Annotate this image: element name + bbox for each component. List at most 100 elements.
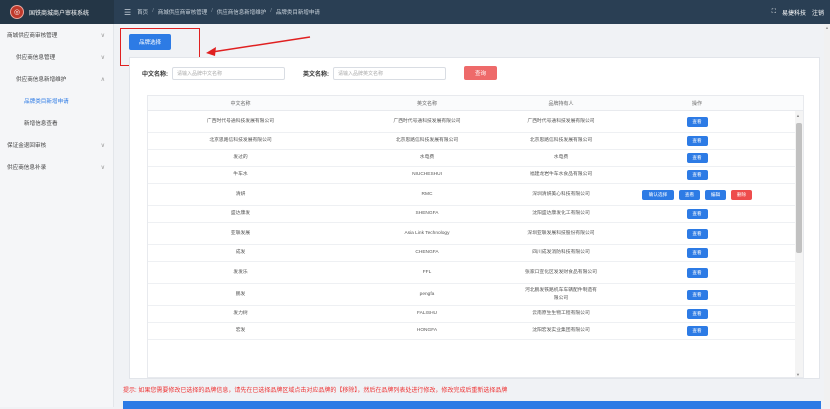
action-group: 查看 — [686, 116, 708, 127]
scrollbar-thumb[interactable] — [796, 123, 802, 253]
cell-actions: 查看 — [601, 223, 793, 244]
cell-cn-name: 北京思路信科技发展有限公司 — [209, 138, 272, 143]
cell-en-name: pengfa — [419, 291, 435, 297]
sidebar: 商城供应商审核管理 ∨ 供应商信息管理 ∨ 供应商信息新增维护 ∧ 品牌类目新增… — [0, 24, 114, 407]
cell-en-name: SHENGFA — [415, 211, 439, 216]
chevron-up-icon: ∧ — [100, 76, 105, 83]
brand-list-panel: 中文名称: 请输入品牌中文名称 英文名称: 请输入品牌英文名称 查询 中文名称 … — [129, 57, 820, 379]
table-row: 北京思路信科技发展有限公司 北京思路信科技发展有限公司 北京思路信科技发展有限公司 查… — [148, 133, 803, 150]
view-button[interactable]: 查看 — [686, 170, 708, 180]
chevron-down-icon: ∨ — [100, 32, 105, 39]
cell-actions: 查看 — [601, 245, 793, 261]
scroll-up-icon[interactable]: ▲ — [825, 25, 829, 30]
table-scrollbar[interactable]: ▲ ▼ — [795, 111, 803, 377]
view-button[interactable]: 查看 — [686, 248, 708, 258]
scroll-up-icon[interactable]: ▲ — [796, 113, 800, 118]
delete-button[interactable]: 删除 — [731, 189, 752, 200]
cell-cn-name: 广西时代号通科技发展有限公司 — [206, 118, 275, 124]
table-row: 广西时代号通科技发展有限公司 广西时代号通科技发展有限公司 广西时代号通科技发展有限… — [148, 111, 803, 133]
cell-cn-name: 鹏发 — [235, 291, 246, 297]
table-row: 清妍 RMC 深圳清妍美心科技有限公司 确认选择 查看 编辑 删除 — [148, 184, 803, 206]
cell-owner: 沈阳盛达康发化工有限公司 — [532, 211, 590, 216]
cell-owner: 深圳清妍美心科技有限公司 — [532, 191, 590, 197]
sidebar-item-brand-apply[interactable]: 品牌类目新增申请 — [0, 90, 113, 112]
app-title: 国铁商城商户审核系统 — [29, 10, 90, 17]
view-button[interactable]: 查看 — [686, 136, 708, 146]
menu-toggle-icon[interactable]: ☰ — [124, 8, 131, 17]
view-button[interactable]: 查看 — [679, 189, 700, 200]
cell-owner: 福建龙岩牛车水食品有限公司 — [529, 172, 593, 177]
breadcrumb-item-maintain[interactable]: 供应商信息新增维护 — [217, 8, 267, 16]
cell-cn-name: 牛车水 — [233, 172, 248, 177]
sidebar-item-supplier-audit[interactable]: 商城供应商审核管理 ∨ — [0, 24, 113, 46]
sidebar-item-label: 品牌类目新增申请 — [24, 99, 69, 105]
cell-en-name: 北京思路信科技发展有限公司 — [395, 138, 459, 143]
top-bar: ◎ 国铁商城商户审核系统 ☰ 首页 / 商城供应商审核管理 / 供应商信息新增维… — [0, 0, 830, 24]
action-group: 查看 — [686, 209, 708, 219]
action-group: 查看 — [686, 267, 708, 278]
cell-cn-name: 发发乐 — [233, 269, 248, 275]
cell-actions: 查看 — [601, 323, 793, 339]
cell-owner: 四川成发消防科技有限公司 — [532, 250, 590, 255]
cell-owner: 河北鹏发铁路机车车辆配件制造有限公司 — [525, 287, 597, 301]
cell-en-name: FALISHU — [417, 311, 437, 316]
table-row: 发力树 FALISHU 云南原生生物工程有限公司 查看 — [148, 306, 803, 323]
view-button[interactable]: 查看 — [686, 267, 708, 278]
action-group: 查看 — [686, 289, 708, 300]
page-scrollbar[interactable]: ▲ — [824, 24, 830, 407]
user-name[interactable]: 易捷科技 — [782, 8, 806, 17]
cell-actions: 查看 — [601, 150, 793, 166]
cell-actions: 确认选择 查看 编辑 删除 — [601, 184, 793, 205]
confirm-select-button[interactable]: 确认选择 — [642, 189, 674, 200]
view-button[interactable]: 查看 — [686, 326, 708, 336]
table-row: 发过的 水电费 水电费 查看 — [148, 150, 803, 167]
sidebar-item-supplier-info[interactable]: 供应商信息管理 ∨ — [0, 46, 113, 68]
breadcrumb-separator: / — [211, 8, 213, 14]
annotation-arrow-icon — [206, 36, 311, 56]
en-name-input[interactable]: 请输入品牌英文名称 — [333, 66, 446, 80]
scroll-down-icon[interactable]: ▼ — [796, 372, 800, 377]
breadcrumb-item-home[interactable]: 首页 — [137, 8, 148, 16]
cell-owner: 水电费 — [553, 155, 569, 160]
view-button[interactable]: 查看 — [686, 228, 708, 239]
table-row: 发发乐 FFL 张家口宣化区发发财食品有限公司 查看 — [148, 262, 803, 284]
view-button[interactable]: 查看 — [686, 309, 708, 319]
sidebar-item-new-info-view[interactable]: 新增信息查看 — [0, 112, 113, 134]
selected-brands-header — [123, 401, 821, 409]
logout-link[interactable]: 注销 — [812, 8, 824, 17]
action-group: 查看 — [686, 326, 708, 336]
sidebar-item-label: 保证金退回审核 — [7, 143, 47, 149]
cell-en-name: Asia Link Technology — [404, 230, 450, 236]
view-button[interactable]: 查看 — [686, 153, 708, 163]
column-header-en-name: 英文名称 — [416, 100, 437, 107]
edit-button[interactable]: 编辑 — [705, 189, 726, 200]
cell-en-name: 广西时代号通科技发展有限公司 — [393, 118, 461, 124]
breadcrumb-item-audit[interactable]: 商城供应商审核管理 — [158, 8, 208, 16]
cell-en-name: 水电费 — [419, 155, 435, 160]
sidebar-item-supplier-supplement[interactable]: 供应商信息补录 ∨ — [0, 156, 113, 178]
view-button[interactable]: 查看 — [686, 209, 708, 219]
breadcrumb-separator: / — [152, 8, 154, 14]
table-row: 宏发 HONGFA 沈阳宏发实业集团有限公司 查看 — [148, 323, 803, 340]
cn-name-input[interactable]: 请输入品牌中文名称 — [172, 66, 285, 80]
view-button[interactable]: 查看 — [686, 116, 708, 127]
cell-cn-name: 亚联发展 — [230, 230, 251, 236]
action-group: 查看 — [686, 309, 708, 319]
action-group: 查看 — [686, 136, 708, 146]
fullscreen-icon[interactable]: ⛶ — [772, 9, 776, 16]
sidebar-item-deposit-refund[interactable]: 保证金退回审核 ∨ — [0, 134, 113, 156]
view-button[interactable]: 查看 — [686, 289, 708, 300]
table-body: 广西时代号通科技发展有限公司 广西时代号通科技发展有限公司 广西时代号通科技发展有限… — [148, 111, 803, 340]
cn-name-label: 中文名称: — [142, 71, 168, 78]
sidebar-item-label: 供应商信息管理 — [16, 55, 56, 61]
sidebar-item-supplier-maintain[interactable]: 供应商信息新增维护 ∧ — [0, 68, 113, 90]
brand-select-button[interactable]: 品牌选择 — [129, 34, 171, 50]
search-bar: 中文名称: 请输入品牌中文名称 英文名称: 请输入品牌英文名称 查询 — [130, 58, 819, 88]
cell-en-name: FFL — [422, 269, 432, 275]
query-button[interactable]: 查询 — [464, 66, 497, 80]
chevron-down-icon: ∨ — [100, 164, 105, 171]
cell-actions: 查看 — [601, 262, 793, 283]
en-name-label: 英文名称: — [303, 71, 329, 78]
cell-owner: 深圳亚联发展科技股份有限公司 — [527, 230, 595, 236]
table-row: 鹏发 pengfa 河北鹏发铁路机车车辆配件制造有限公司 查看 — [148, 284, 803, 306]
